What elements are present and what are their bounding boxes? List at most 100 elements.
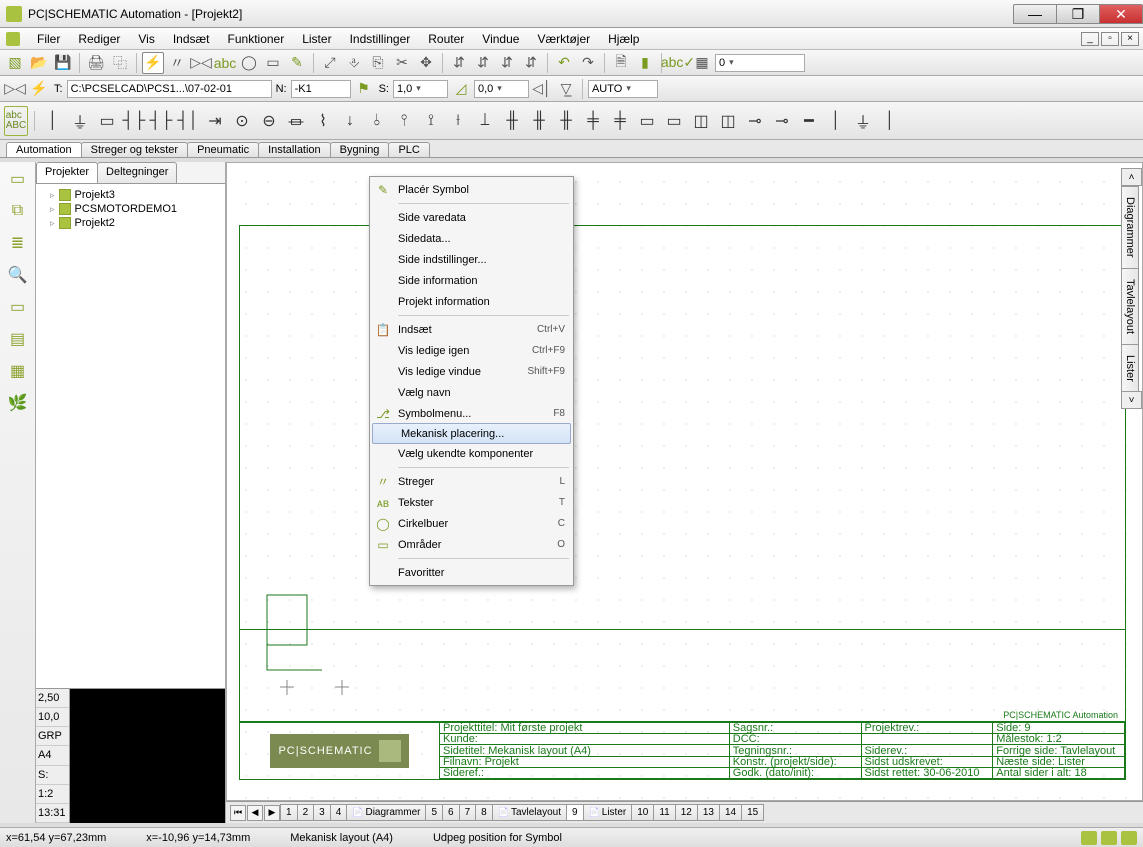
menu-vis[interactable]: Vis xyxy=(129,30,163,48)
ctx-projekt-information[interactable]: Projekt information xyxy=(370,291,573,312)
pt-next[interactable]: ▶ xyxy=(264,805,280,821)
redo-icon[interactable]: ↷ xyxy=(577,52,599,74)
symbol-2[interactable]: ▭ xyxy=(95,106,119,136)
ls-layers-icon[interactable]: ⧉ xyxy=(7,200,29,222)
pagetab-4[interactable]: 4 xyxy=(330,804,348,821)
ctx-side-varedata[interactable]: Side varedata xyxy=(370,207,573,228)
pagetab-11[interactable]: 11 xyxy=(653,804,675,821)
menu-funktioner[interactable]: Funktioner xyxy=(219,30,294,48)
symbol-31[interactable]: │ xyxy=(878,106,902,136)
sort-a-icon[interactable]: ⇵ xyxy=(448,52,470,74)
ls-grid-icon[interactable]: ▦ xyxy=(7,360,29,382)
righttab-diagrammer[interactable]: Diagrammer xyxy=(1121,186,1139,269)
symbol-9[interactable]: ⏛ xyxy=(284,106,308,136)
symbol-10[interactable]: ⌇ xyxy=(311,106,335,136)
symbol-0[interactable]: │ xyxy=(41,106,65,136)
symbol-17[interactable]: ╫ xyxy=(500,106,524,136)
symtab-installation[interactable]: Installation xyxy=(258,142,331,157)
sort-d-icon[interactable]: ⇵ xyxy=(520,52,542,74)
ctx-inds-t[interactable]: 📋IndsætCtrl+V xyxy=(370,319,573,340)
mdi-minimize[interactable]: _ xyxy=(1081,32,1099,46)
pencil-icon[interactable]: ✎ xyxy=(286,52,308,74)
ls-list-icon[interactable]: ≣ xyxy=(7,232,29,254)
pagetab-10[interactable]: 10 xyxy=(631,804,654,821)
close-button[interactable]: ✕ xyxy=(1099,4,1143,24)
symbol-16[interactable]: ⟘ xyxy=(473,106,497,136)
symbol-13[interactable]: ⫯ xyxy=(392,106,416,136)
symbol-15[interactable]: ⟊ xyxy=(446,106,470,136)
status-icon-c[interactable] xyxy=(1121,831,1137,845)
undo-icon[interactable]: ↶ xyxy=(553,52,575,74)
circle-mode-icon[interactable]: ◯ xyxy=(238,52,260,74)
mdi-close[interactable]: × xyxy=(1121,32,1139,46)
number-dropdown[interactable]: 0 xyxy=(715,54,805,72)
tool-c-icon[interactable]: ⎘ xyxy=(367,52,389,74)
context-menu[interactable]: ✎Placér SymbolSide varedataSidedata...Si… xyxy=(369,176,574,586)
minimize-button[interactable]: — xyxy=(1013,4,1057,24)
tool-b-icon[interactable]: ⎀ xyxy=(343,52,365,74)
tree-item[interactable]: Projekt2 xyxy=(40,216,221,230)
sym-abc-icon[interactable]: abcABC xyxy=(4,106,28,136)
pagetab-14[interactable]: 14 xyxy=(719,804,742,821)
menu-router[interactable]: Router xyxy=(419,30,473,48)
symbol-3[interactable]: ┤├ xyxy=(122,106,146,136)
symbol-1[interactable]: ⏚ xyxy=(68,106,92,136)
symbol-21[interactable]: ╪ xyxy=(608,106,632,136)
pt-first[interactable]: ⏮ xyxy=(230,805,246,821)
symbol-12[interactable]: ⫰ xyxy=(365,106,389,136)
symtab-pneumatic[interactable]: Pneumatic xyxy=(187,142,259,157)
ls-zoom-icon[interactable]: 🔍 xyxy=(7,264,29,286)
pagetab-diagrammer[interactable]: Diagrammer xyxy=(346,804,426,821)
tb2-angle-icon[interactable]: ◿ xyxy=(450,78,472,100)
symbol-27[interactable]: ⊸ xyxy=(770,106,794,136)
flip-v-icon[interactable]: ▽̲ xyxy=(555,78,577,100)
pagetab-2[interactable]: 2 xyxy=(297,804,315,821)
symbol-19[interactable]: ╫ xyxy=(554,106,578,136)
tool-a-icon[interactable]: ⤢ xyxy=(319,52,341,74)
ctx-omr-der[interactable]: ▭OmråderO xyxy=(370,534,573,555)
ls-page-icon[interactable]: ▭ xyxy=(7,296,29,318)
menu-rediger[interactable]: Rediger xyxy=(69,30,129,48)
tree-item[interactable]: PCSMOTORDEMO1 xyxy=(40,202,221,216)
open-icon[interactable]: 📂 xyxy=(28,52,50,74)
ls-tree-icon[interactable]: 🌿 xyxy=(7,392,29,414)
ctx-symbolmenu-[interactable]: ⎇Symbolmenu...F8 xyxy=(370,403,573,424)
righttab-lister[interactable]: Lister xyxy=(1121,344,1139,393)
ctx-vis-ledige-vindue[interactable]: Vis ledige vindueShift+F9 xyxy=(370,361,573,382)
maximize-button[interactable]: ❐ xyxy=(1056,4,1100,24)
ctx-streger[interactable]: 〃StregerL xyxy=(370,471,573,492)
pagetab-lister[interactable]: Lister xyxy=(583,804,633,821)
text-mode-icon[interactable]: abc xyxy=(214,52,236,74)
doc-a-icon[interactable]: 🗎 xyxy=(610,52,632,74)
symbol-20[interactable]: ╪ xyxy=(581,106,605,136)
pagetab-8[interactable]: 8 xyxy=(475,804,493,821)
symbol-5[interactable]: ┤│ xyxy=(176,106,200,136)
symbol-mode-icon[interactable]: ⚡ xyxy=(142,52,164,74)
menu-værktøjer[interactable]: Værktøjer xyxy=(528,30,599,48)
symbol-30[interactable]: ⏚ xyxy=(851,106,875,136)
ctx-side-information[interactable]: Side information xyxy=(370,270,573,291)
pagetab-15[interactable]: 15 xyxy=(741,804,764,821)
symbol-11[interactable]: ↓ xyxy=(338,106,362,136)
pagetab-7[interactable]: 7 xyxy=(459,804,477,821)
pagetab-13[interactable]: 13 xyxy=(697,804,720,821)
symbol-24[interactable]: ◫ xyxy=(689,106,713,136)
tree-item[interactable]: Projekt3 xyxy=(40,188,221,202)
copy-icon[interactable]: ⿻ xyxy=(109,52,131,74)
cut-icon[interactable]: ✂ xyxy=(391,52,413,74)
symbol-8[interactable]: ⊖ xyxy=(257,106,281,136)
symbol-23[interactable]: ▭ xyxy=(662,106,686,136)
symbol-25[interactable]: ◫ xyxy=(716,106,740,136)
placed-symbol[interactable] xyxy=(257,590,357,700)
tb2-a-icon[interactable]: ▷◁ xyxy=(4,78,26,100)
ctx-mekanisk-placering-[interactable]: Mekanisk placering... xyxy=(372,423,571,444)
pagetab-1[interactable]: 1 xyxy=(280,804,298,821)
symtab-automation[interactable]: Automation xyxy=(6,142,82,157)
ctx-cirkelbuer[interactable]: ◯CirkelbuerC xyxy=(370,513,573,534)
move-icon[interactable]: ✥ xyxy=(415,52,437,74)
status-icon-a[interactable] xyxy=(1081,831,1097,845)
ls-book-icon[interactable]: ▭ xyxy=(7,168,29,190)
pagetab-12[interactable]: 12 xyxy=(675,804,698,821)
symbol-4[interactable]: ┤├ xyxy=(149,106,173,136)
sidepanel-tab-projekter[interactable]: Projekter xyxy=(36,162,98,183)
